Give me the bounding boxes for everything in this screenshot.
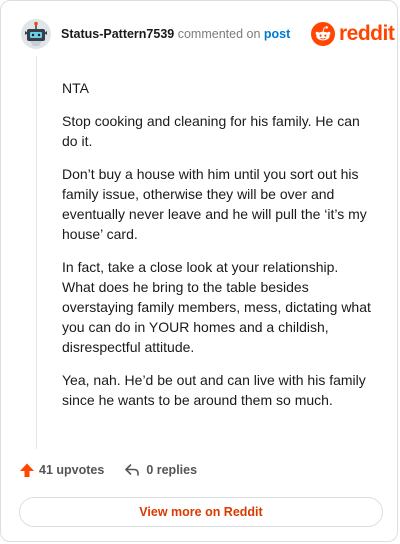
comment-actions: 41 upvotes 0 replies (19, 462, 197, 478)
username-link[interactable]: Status-Pattern7539 (61, 27, 174, 41)
comment-header: Status-Pattern7539 commented on post (61, 27, 290, 41)
view-more-button[interactable]: View more on Reddit (19, 497, 383, 527)
user-avatar-icon[interactable] (21, 19, 51, 49)
comment-paragraph: In fact, take a close look at your relat… (62, 259, 371, 355)
reddit-logo-icon (311, 22, 335, 46)
upvote-arrow-icon (20, 463, 34, 477)
comment-paragraph: NTA (62, 80, 89, 96)
comment-paragraph: Stop cooking and cleaning for his family… (62, 113, 360, 149)
upvote-count: 41 upvotes (39, 463, 105, 477)
upvote-button[interactable]: 41 upvotes (19, 462, 104, 478)
comment-body: NTA Stop cooking and cleaning for his fa… (62, 78, 372, 423)
reply-count: 0 replies (146, 463, 198, 477)
reply-arrow-icon (125, 464, 140, 476)
comment-paragraph: Don’t buy a house with him until you sor… (62, 166, 367, 242)
reddit-wordmark: reddit (339, 22, 395, 45)
comment-paragraph: Yea, nah. He’d be out and can live with … (62, 372, 366, 408)
reply-button[interactable]: 0 replies (124, 462, 197, 478)
comment-card: Status-Pattern7539 commented on post red… (0, 0, 398, 542)
post-link[interactable]: post (264, 27, 290, 41)
reddit-logo[interactable]: reddit (311, 22, 395, 46)
thread-line[interactable] (36, 56, 37, 449)
commented-on-text: commented on (177, 27, 261, 41)
